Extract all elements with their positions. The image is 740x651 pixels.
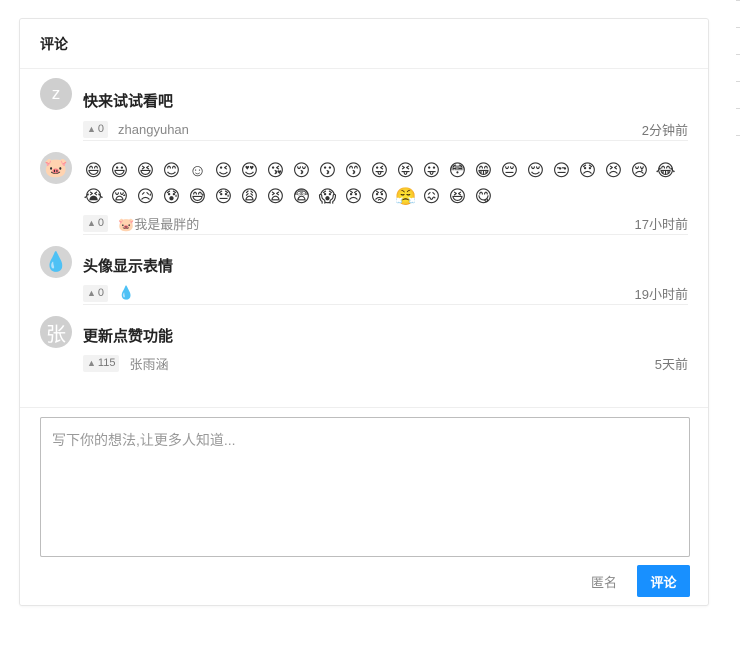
emoji-glyph: 😍	[240, 161, 262, 180]
emoji-glyph: 😁	[474, 161, 496, 180]
vote-count: 0	[97, 123, 105, 135]
avatar[interactable]: z	[40, 78, 72, 110]
comment-author[interactable]: zhangyuhan	[118, 122, 189, 137]
emoji-glyph: 😳	[448, 161, 470, 180]
comment-title: 快来试试看吧	[83, 93, 174, 110]
emoji-glyph: 😥	[136, 187, 158, 206]
emoji-glyph: 😤	[395, 187, 420, 206]
comment-item: 🐷 😄 😃 😆 😊 ☺ 😉 😍 😘 😚 😗 😙 😜 😝 😛 😳 😁 😔 😌 😒 😞 😣 😢 😂😭 😪 😥 😰 😅 😓 😩 😫 😨 😱 😠 😡 😤 😖 😆…	[40, 152, 688, 235]
emoji-glyph: 😱	[318, 187, 340, 206]
avatar[interactable]: 张	[40, 316, 72, 348]
panel-title: 评论	[20, 19, 708, 69]
emoji-glyph: 😘	[266, 161, 288, 180]
comment-meta: ▲ 0 zhangyuhan 2分钟前	[83, 118, 688, 141]
comment-time: 5天前	[654, 356, 688, 372]
comment-meta: ▲ 0 💧 19小时前	[83, 282, 688, 305]
comment-item: z 快来试试看吧 ▲ 0 zhangyuhan 2分钟前	[40, 78, 688, 141]
emoji-glyph: 😨	[292, 187, 314, 206]
comment-body: 头像显示表情 ▲ 0 💧 19小时前	[83, 246, 688, 305]
emoji-glyph: 😞	[578, 161, 600, 180]
emoji-glyph: 😝	[396, 161, 418, 180]
emoji-glyph: 😩	[240, 187, 262, 206]
vote-count: 115	[97, 357, 116, 369]
vote-count: 0	[97, 217, 105, 229]
comment-meta: ▲ 115 张雨涵 5天前	[83, 352, 688, 374]
comment-title: 更新点赞功能	[83, 328, 174, 345]
triangle-up-icon: ▲	[87, 124, 96, 134]
comment-item: 💧 头像显示表情 ▲ 0 💧 19小时前	[40, 246, 688, 305]
vote-count: 0	[97, 287, 105, 299]
triangle-up-icon: ▲	[87, 358, 96, 368]
emoji-glyph: 😛	[422, 161, 444, 180]
emoji-glyph: 😣	[604, 161, 626, 180]
comment-time: 2分钟前	[641, 122, 688, 138]
emoji-glyph: 😅	[188, 187, 210, 206]
comment-list: z 快来试试看吧 ▲ 0 zhangyuhan 2分钟前 🐷 😄 😃 😆 😊 ☺ 😉 😍 😘 😚…	[20, 78, 708, 374]
submit-comment-button[interactable]: 评论	[637, 565, 690, 597]
emoji-glyph: 😢	[630, 161, 652, 180]
emoji-glyph: ☺	[188, 161, 210, 180]
emoji-glyph: 😜	[370, 161, 392, 180]
comment-title: 头像显示表情	[83, 258, 174, 275]
comment-body: 更新点赞功能 ▲ 115 张雨涵 5天前	[83, 316, 688, 374]
emoji-glyph: 😭	[83, 187, 107, 206]
upvote-button[interactable]: ▲ 0	[83, 284, 109, 302]
emoji-glyph: 😔	[500, 161, 522, 180]
triangle-up-icon: ▲	[87, 288, 96, 298]
comment-author[interactable]: 🐷我是最胖的	[118, 214, 199, 233]
emoji-glyph: 😡	[370, 187, 392, 206]
emoji-glyph: 😪	[110, 187, 132, 206]
emoji-glyph: 😂	[655, 161, 679, 180]
comment-body: 快来试试看吧 ▲ 0 zhangyuhan 2分钟前	[83, 78, 688, 141]
comment-item: 张 更新点赞功能 ▲ 115 张雨涵 5天前	[40, 316, 688, 374]
comment-author[interactable]: 💧	[118, 285, 134, 301]
emoji-glyph: 😄	[84, 161, 106, 180]
emoji-glyph: 😠	[344, 187, 366, 206]
upvote-button[interactable]: ▲ 0	[83, 214, 109, 232]
emoji-glyph: 😒	[552, 161, 574, 180]
emoji-glyph: 😰	[162, 187, 184, 206]
emoji-glyph: 😗	[318, 161, 340, 180]
triangle-up-icon: ▲	[87, 218, 96, 228]
comment-input[interactable]: 写下你的想法,让更多人知道...	[40, 417, 690, 557]
emoji-glyph: 😓	[214, 187, 236, 206]
comment-emoji-content: 😄 😃 😆 😊 ☺ 😉 😍 😘 😚 😗 😙 😜 😝 😛 😳 😁 😔 😌 😒 😞 😣 😢 😂😭 😪 😥 😰 😅 😓 😩 😫 😨 😱 😠 😡 😤 😖 😆 😋	[83, 158, 683, 210]
upvote-button[interactable]: ▲ 0	[83, 120, 109, 138]
avatar[interactable]: 💧	[40, 246, 72, 278]
emoji-glyph: 😚	[292, 161, 314, 180]
emoji-glyph: 😉	[214, 161, 236, 180]
avatar[interactable]: 🐷	[40, 152, 72, 184]
emoji-glyph: 😆	[448, 187, 470, 206]
emoji-glyph: 😆	[136, 161, 158, 180]
composer-divider	[20, 407, 708, 408]
emoji-glyph: 😊	[162, 161, 184, 180]
emoji-glyph: 😃	[110, 161, 132, 180]
comment-author[interactable]: 张雨涵	[129, 354, 168, 373]
comment-body: 😄 😃 😆 😊 ☺ 😉 😍 😘 😚 😗 😙 😜 😝 😛 😳 😁 😔 😌 😒 😞 😣 😢 😂😭 😪 😥 😰 😅 😓 😩 😫 😨 😱 😠 😡 😤 😖 😆 😋 …	[83, 152, 688, 235]
comment-time: 19小时前	[634, 286, 688, 302]
comments-panel: 评论 z 快来试试看吧 ▲ 0 zhangyuhan 2分钟前 🐷 �	[19, 18, 709, 606]
comment-meta: ▲ 0 🐷我是最胖的 17小时前	[83, 212, 688, 235]
comment-time: 17小时前	[634, 216, 688, 232]
upvote-button[interactable]: ▲ 115	[83, 354, 120, 372]
anonymous-button[interactable]: 匿名	[588, 566, 620, 596]
emoji-glyph: 😋	[474, 187, 496, 206]
scroll-edge-marks	[736, 0, 740, 200]
emoji-glyph: 😖	[422, 187, 444, 206]
emoji-glyph: 😙	[344, 161, 366, 180]
emoji-glyph: 😌	[526, 161, 548, 180]
emoji-glyph: 😫	[266, 187, 288, 206]
